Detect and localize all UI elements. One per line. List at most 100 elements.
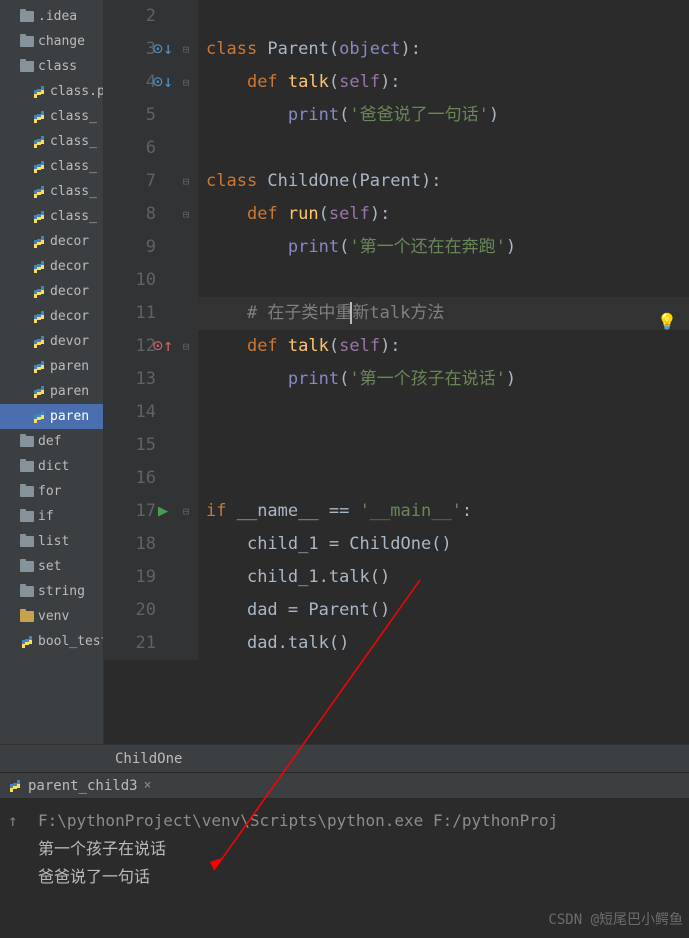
tree-item-decor[interactable]: decor [0, 279, 103, 304]
folder-icon [20, 536, 34, 547]
python-icon [8, 779, 22, 793]
console-up-icon[interactable]: ↑ [8, 807, 18, 835]
line-number: 20 [104, 594, 156, 627]
tree-item-class_[interactable]: class_ [0, 179, 103, 204]
fold-icon[interactable]: ⊟ [183, 66, 190, 99]
override-down-icon[interactable]: ⊙↓ [153, 66, 173, 99]
folder-icon [20, 486, 34, 497]
tree-item-set[interactable]: set [0, 554, 103, 579]
tree-item-for[interactable]: for [0, 479, 103, 504]
line-number: 5 [104, 99, 156, 132]
tree-item-.idea[interactable]: .idea [0, 4, 103, 29]
fold-icon[interactable]: ⊟ [183, 33, 190, 66]
line-number: 16 [104, 462, 156, 495]
line-number: 3 [104, 33, 156, 66]
tree-item-decor[interactable]: decor [0, 229, 103, 254]
run-tool-tabs[interactable]: parent_child3 × [0, 772, 689, 798]
line-number: 4 [104, 66, 156, 99]
python-icon [32, 235, 46, 249]
watermark: CSDN @短尾巴小鳄鱼 [548, 906, 683, 934]
code-content[interactable]: class Parent(object): def talk(self): pr… [198, 0, 689, 660]
tree-item-decor[interactable]: decor [0, 304, 103, 329]
text-caret [350, 302, 352, 324]
tree-item-venv[interactable]: venv [0, 604, 103, 629]
run-icon[interactable]: ▶ [158, 495, 168, 528]
tree-item-paren[interactable]: paren [0, 379, 103, 404]
tree-item-class_[interactable]: class_ [0, 204, 103, 229]
tree-item-class_[interactable]: class_ [0, 104, 103, 129]
line-number: 18 [104, 528, 156, 561]
fold-icon[interactable]: ⊟ [183, 165, 190, 198]
run-tab[interactable]: parent_child3 × [0, 778, 159, 794]
python-icon [32, 185, 46, 199]
tree-item-class_[interactable]: class_ [0, 154, 103, 179]
code-editor[interactable]: 23456789101112131415161718192021 ⊟⊟⊟⊟⊟⊟ … [104, 0, 689, 744]
python-icon [32, 110, 46, 124]
tree-label: for [38, 484, 61, 499]
python-icon [32, 135, 46, 149]
tree-label: decor [50, 259, 89, 274]
tree-item-if[interactable]: if [0, 504, 103, 529]
line-number: 21 [104, 627, 156, 660]
tree-item-paren[interactable]: paren [0, 354, 103, 379]
python-icon [32, 360, 46, 374]
lightbulb-icon[interactable]: 💡 [657, 305, 677, 338]
fold-icon[interactable]: ⊟ [183, 198, 190, 231]
override-up-icon[interactable]: ⊙↑ [153, 330, 173, 363]
tree-label: devor [50, 334, 89, 349]
tree-label: class_ [50, 184, 97, 199]
tree-item-devor[interactable]: devor [0, 329, 103, 354]
tree-item-decor[interactable]: decor [0, 254, 103, 279]
fold-icon[interactable]: ⊟ [183, 330, 190, 363]
tree-label: .idea [38, 9, 77, 24]
python-icon [32, 160, 46, 174]
tree-label: string [38, 584, 85, 599]
tree-item-def[interactable]: def [0, 429, 103, 454]
close-icon[interactable]: × [144, 778, 152, 793]
line-number: 6 [104, 132, 156, 165]
fold-icon[interactable]: ⊟ [183, 495, 190, 528]
console-command: F:\pythonProject\venv\Scripts\python.exe… [38, 807, 689, 835]
project-tree[interactable]: .ideachangeclassclass.pclass_class_class… [0, 0, 104, 744]
line-number: 9 [104, 231, 156, 264]
line-number: 7 [104, 165, 156, 198]
tree-item-bool_test[interactable]: bool_test [0, 629, 103, 654]
tree-label: change [38, 34, 85, 49]
tree-label: if [38, 509, 54, 524]
line-number: 19 [104, 561, 156, 594]
line-number: 17 [104, 495, 156, 528]
line-number: 10 [104, 264, 156, 297]
line-number: 2 [104, 0, 156, 33]
tree-item-class_[interactable]: class_ [0, 129, 103, 154]
tree-label: list [38, 534, 69, 549]
line-number: 15 [104, 429, 156, 462]
tree-item-class[interactable]: class [0, 54, 103, 79]
tree-label: decor [50, 309, 89, 324]
tree-label: decor [50, 284, 89, 299]
folder-icon [20, 561, 34, 572]
python-icon [32, 85, 46, 99]
python-icon [32, 210, 46, 224]
run-console[interactable]: ↑ F:\pythonProject\venv\Scripts\python.e… [0, 798, 689, 938]
tree-item-list[interactable]: list [0, 529, 103, 554]
tree-item-dict[interactable]: dict [0, 454, 103, 479]
tree-item-class.p[interactable]: class.p [0, 79, 103, 104]
python-icon [32, 410, 46, 424]
tree-label: bool_test [38, 634, 104, 649]
fold-column[interactable]: ⊟⊟⊟⊟⊟⊟ [174, 0, 198, 660]
tree-item-change[interactable]: change [0, 29, 103, 54]
line-number: 11 [104, 297, 156, 330]
python-icon [20, 635, 34, 649]
folder-icon [20, 11, 34, 22]
tree-label: class_ [50, 209, 97, 224]
python-icon [32, 310, 46, 324]
line-number: 8 [104, 198, 156, 231]
folder-icon [20, 611, 34, 622]
tree-label: class_ [50, 109, 97, 124]
override-down-icon[interactable]: ⊙↓ [153, 33, 173, 66]
breadcrumb[interactable]: ChildOne [0, 744, 689, 772]
tree-label: paren [50, 359, 89, 374]
tree-item-string[interactable]: string [0, 579, 103, 604]
folder-icon [20, 436, 34, 447]
tree-item-paren[interactable]: paren [0, 404, 103, 429]
